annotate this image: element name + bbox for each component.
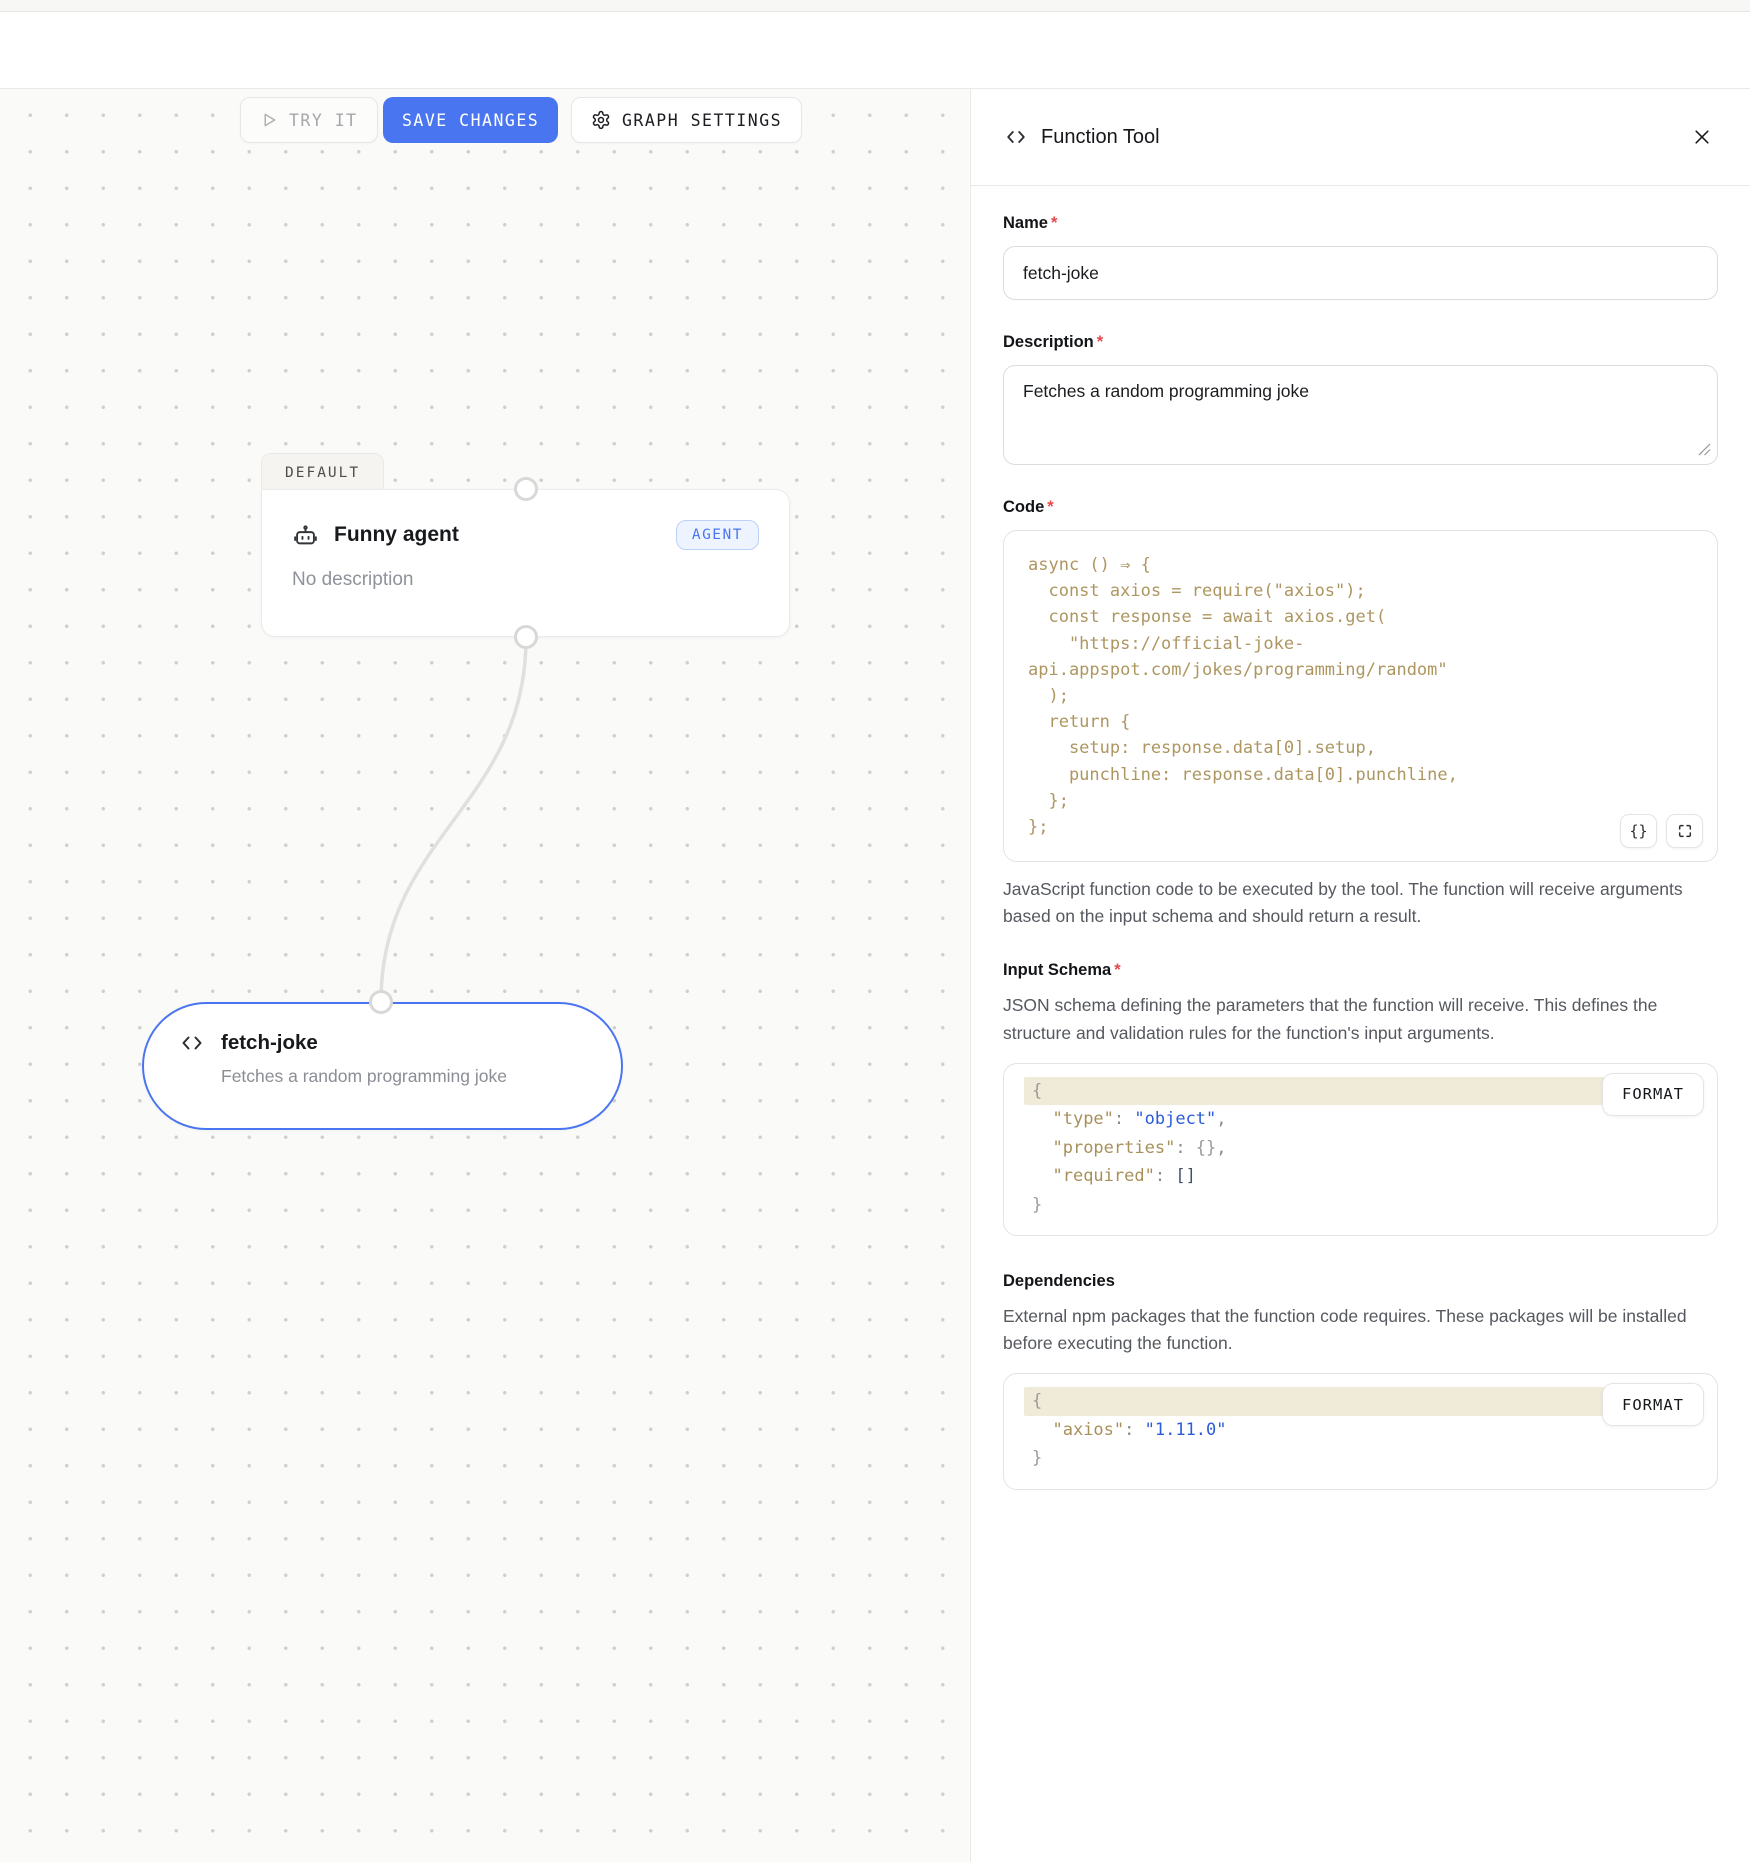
code-line: punchline: response.data[0].punchline, <box>1028 762 1693 788</box>
code-label: Code* <box>1003 498 1718 517</box>
code-line: "https://official-joke- <box>1028 631 1693 657</box>
format-braces-button[interactable]: {} <box>1620 814 1657 848</box>
x-icon <box>1692 127 1712 147</box>
try-it-button[interactable]: TRY IT <box>240 97 378 143</box>
code-line: ); <box>1028 683 1693 709</box>
code-line: api.appspot.com/jokes/programming/random… <box>1028 657 1693 683</box>
name-input[interactable] <box>1003 246 1718 300</box>
format-button[interactable]: FORMAT <box>1602 1073 1704 1116</box>
description-label: Description* <box>1003 333 1718 352</box>
tool-node-fetch-joke[interactable]: fetch-joke Fetches a random programming … <box>142 1002 623 1130</box>
input-schema-help-text: JSON schema defining the parameters that… <box>1003 992 1718 1046</box>
try-it-label: TRY IT <box>289 111 358 130</box>
tool-node-title: fetch-joke <box>221 1031 318 1055</box>
code-line: }; <box>1028 788 1693 814</box>
description-textarea[interactable]: Fetches a random programming joke <box>1003 365 1718 465</box>
panel-header: Function Tool <box>971 89 1750 186</box>
dependencies-editor[interactable]: { "axios": "1.11.0"}FORMAT <box>1003 1373 1718 1490</box>
code-line: return { <box>1028 709 1693 735</box>
tool-node-top-handle[interactable] <box>369 990 393 1014</box>
dependencies-field-group: Dependencies External npm packages that … <box>1003 1272 1718 1490</box>
code-help-text: JavaScript function code to be executed … <box>1003 876 1718 930</box>
code-line: } <box>1004 1444 1717 1473</box>
code-line: const axios = require("axios"); <box>1028 578 1693 604</box>
input-schema-label: Input Schema* <box>1003 961 1718 980</box>
code-line: setup: response.data[0].setup, <box>1028 735 1693 761</box>
code-line: "properties": {}, <box>1004 1134 1717 1163</box>
format-button[interactable]: FORMAT <box>1602 1383 1704 1426</box>
name-label: Name* <box>1003 214 1718 233</box>
edge-agent-to-tool <box>0 89 969 1862</box>
agent-node-title: Funny agent <box>334 523 459 547</box>
play-icon <box>260 111 278 129</box>
agent-node-top-handle[interactable] <box>514 477 538 501</box>
code-line: { <box>1024 1387 1605 1416</box>
gear-icon <box>591 110 611 130</box>
graph-settings-label: GRAPH SETTINGS <box>622 111 782 130</box>
graph-canvas[interactable]: TRY IT SAVE CHANGES GRAPH SETTINGS DEFAU… <box>0 89 969 1862</box>
expand-icon <box>1677 823 1693 839</box>
agent-node[interactable]: Funny agent AGENT No description <box>261 489 790 637</box>
code-field-group: Code* async () ⇒ { const axios = require… <box>1003 498 1718 930</box>
close-panel-button[interactable] <box>1688 123 1716 151</box>
input-schema-editor[interactable]: { "type": "object", "properties": {}, "r… <box>1003 1063 1718 1237</box>
save-changes-button[interactable]: SAVE CHANGES <box>383 97 558 143</box>
name-field-group: Name* <box>1003 214 1718 300</box>
input-schema-field-group: Input Schema* JSON schema defining the p… <box>1003 961 1718 1236</box>
code-line: } <box>1004 1191 1717 1220</box>
panel-title: Function Tool <box>1041 126 1160 149</box>
tool-node-description: Fetches a random programming joke <box>221 1066 587 1087</box>
robot-icon <box>292 522 319 549</box>
window-top-strip <box>0 0 1750 12</box>
code-line: }; <box>1028 814 1693 840</box>
agent-badge: AGENT <box>676 520 759 550</box>
function-tool-panel: Function Tool Name* Description* Fetches… <box>970 89 1750 1862</box>
description-field-group: Description* Fetches a random programmin… <box>1003 333 1718 465</box>
dependencies-help-text: External npm packages that the function … <box>1003 1303 1718 1357</box>
save-changes-label: SAVE CHANGES <box>402 111 539 130</box>
required-marker: * <box>1114 961 1120 979</box>
expand-editor-button[interactable] <box>1666 814 1703 848</box>
agent-node-bottom-handle[interactable] <box>514 625 538 649</box>
agent-node-description: No description <box>292 569 759 591</box>
required-marker: * <box>1047 498 1053 516</box>
agent-node-tab: DEFAULT <box>261 453 384 490</box>
code-line: { <box>1024 1077 1605 1106</box>
code-editor[interactable]: async () ⇒ { const axios = require("axio… <box>1003 530 1718 862</box>
app-root: TRY IT SAVE CHANGES GRAPH SETTINGS DEFAU… <box>0 0 1750 1862</box>
code-line: async () ⇒ { <box>1028 552 1693 578</box>
code-icon <box>1005 126 1027 148</box>
code-icon <box>180 1031 204 1055</box>
canvas-toolbar: TRY IT SAVE CHANGES GRAPH SETTINGS <box>0 97 969 143</box>
code-line: const response = await axios.get( <box>1028 604 1693 630</box>
panel-body: Name* Description* Fetches a random prog… <box>971 186 1750 1490</box>
dependencies-label: Dependencies <box>1003 1272 1718 1291</box>
code-line: "required": [] <box>1004 1162 1717 1191</box>
required-marker: * <box>1051 214 1057 232</box>
required-marker: * <box>1097 333 1103 351</box>
graph-settings-button[interactable]: GRAPH SETTINGS <box>571 97 802 143</box>
top-bar <box>0 13 1750 89</box>
